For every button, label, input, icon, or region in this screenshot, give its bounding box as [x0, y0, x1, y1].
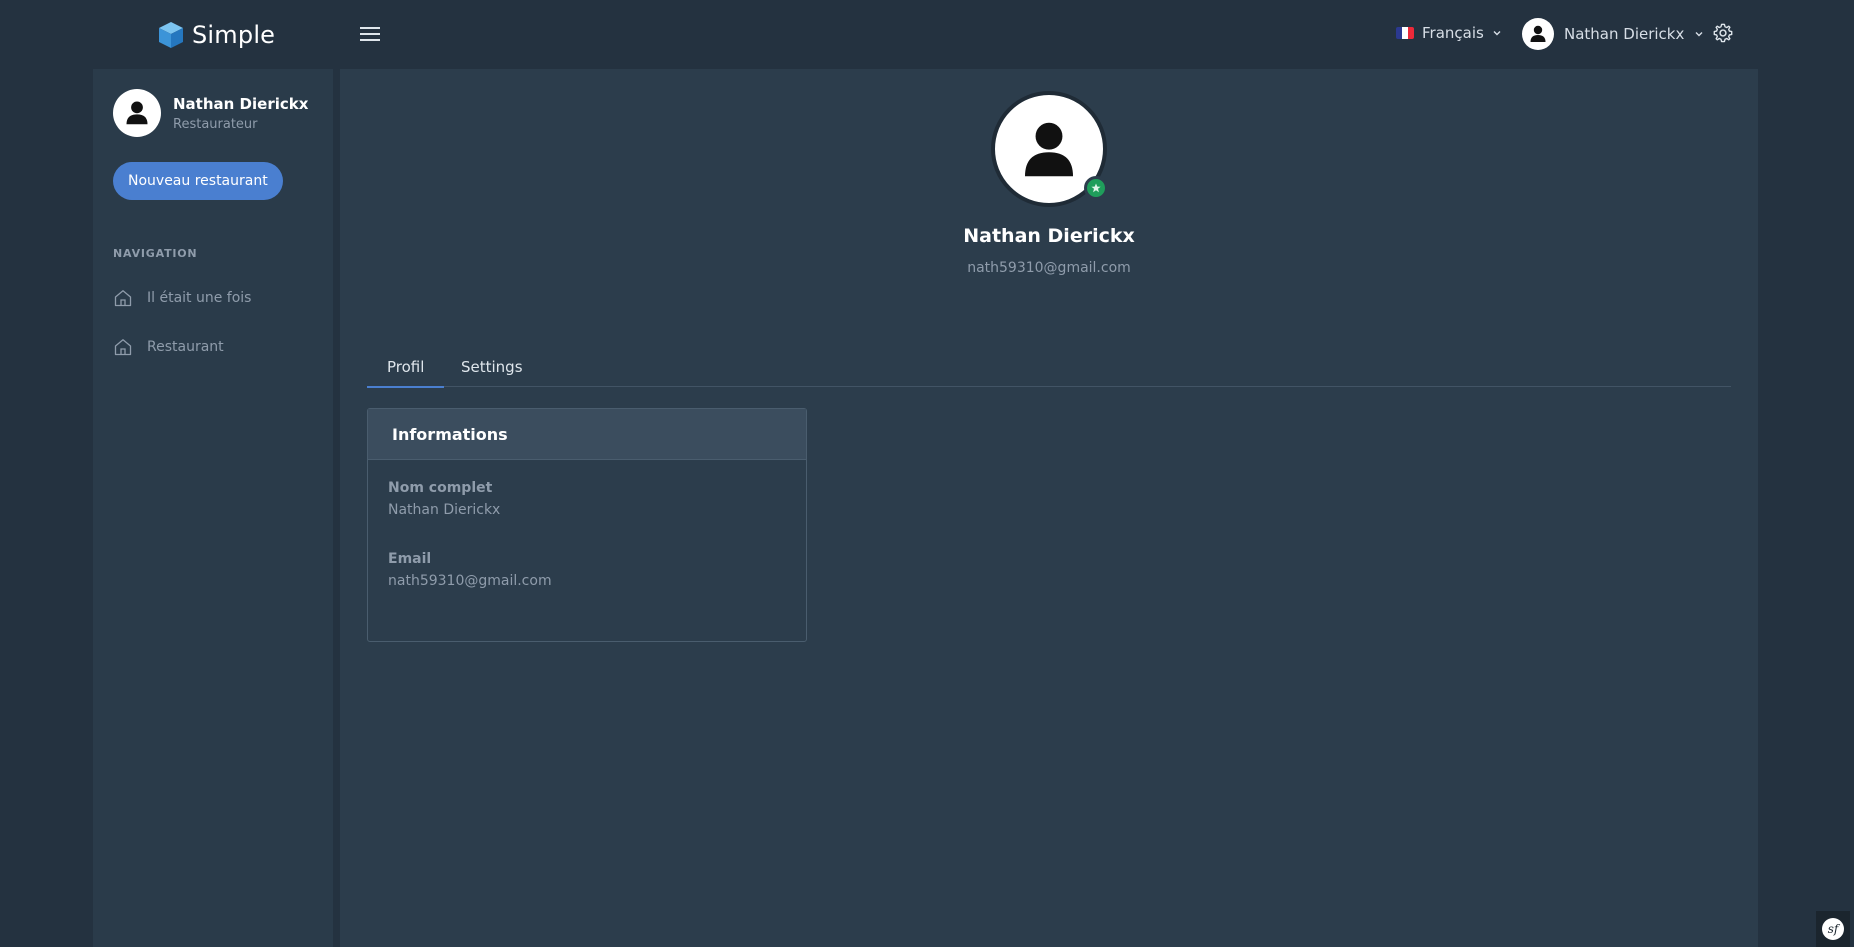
brand-name: Simple [192, 21, 276, 49]
sidebar-user: Nathan Dierickx Restaurateur [113, 89, 308, 137]
user-icon [1025, 122, 1073, 177]
sidebar-item-label: Il était une fois [147, 290, 252, 306]
chevron-down-icon [1695, 32, 1703, 37]
avatar [113, 89, 161, 137]
profile-email: nath59310@gmail.com [967, 260, 1131, 276]
language-label: Français [1422, 24, 1484, 42]
field-value: nath59310@gmail.com [388, 573, 552, 589]
sidebar-item-label: Restaurant [147, 339, 224, 355]
language-selector[interactable]: Français [1396, 24, 1502, 42]
menu-toggle-icon[interactable] [358, 22, 384, 46]
informations-card: Informations Nom complet Nathan Dierickx… [367, 408, 807, 642]
symfony-toolbar-toggle[interactable]: sf [1816, 911, 1850, 947]
profile-tabs: Profil Settings [367, 347, 1731, 388]
card-title: Informations [368, 409, 806, 460]
cube-icon [159, 22, 183, 48]
profile-name: Nathan Dierickx [963, 225, 1135, 247]
home-icon [114, 290, 132, 307]
field-value: Nathan Dierickx [388, 502, 501, 518]
field-label: Nom complet [388, 480, 493, 496]
avatar [1522, 18, 1554, 50]
user-menu[interactable]: Nathan Dierickx [1522, 18, 1704, 50]
profile-header: Nathan Dierickx nath59310@gmail.com [340, 69, 1758, 289]
main-content: Nathan Dierickx nath59310@gmail.com Prof… [340, 69, 1758, 947]
tab-profil[interactable]: Profil [367, 347, 445, 388]
chevron-down-icon [1493, 31, 1501, 36]
star-icon [1091, 183, 1101, 193]
full-name-field: Nom complet Nathan Dierickx [388, 480, 500, 518]
tab-settings[interactable]: Settings [441, 347, 543, 387]
user-menu-name: Nathan Dierickx [1564, 25, 1685, 43]
new-restaurant-button[interactable]: Nouveau restaurant [113, 162, 283, 200]
sidebar-item-il-etait-une-fois[interactable]: Il était une fois [113, 288, 251, 308]
top-bar: Simple Français Nathan Dierickx [0, 0, 1854, 68]
sidebar: Nathan Dierickx Restaurateur Nouveau res… [93, 69, 333, 947]
home-icon [114, 339, 132, 356]
nav-section-title: NAVIGATION [113, 247, 198, 260]
email-field: Email nath59310@gmail.com [388, 551, 552, 589]
symfony-logo-icon: sf [1822, 918, 1844, 940]
brand-logo[interactable]: Simple [158, 20, 275, 50]
gear-icon[interactable] [1712, 22, 1734, 44]
sidebar-user-role: Restaurateur [173, 116, 258, 132]
sidebar-item-restaurant[interactable]: Restaurant [113, 337, 224, 357]
user-icon [126, 101, 148, 125]
field-label: Email [388, 551, 432, 567]
french-flag-icon [1396, 27, 1414, 39]
user-icon [1530, 25, 1546, 42]
online-status-badge [1084, 176, 1108, 200]
sidebar-user-name: Nathan Dierickx [173, 94, 309, 113]
